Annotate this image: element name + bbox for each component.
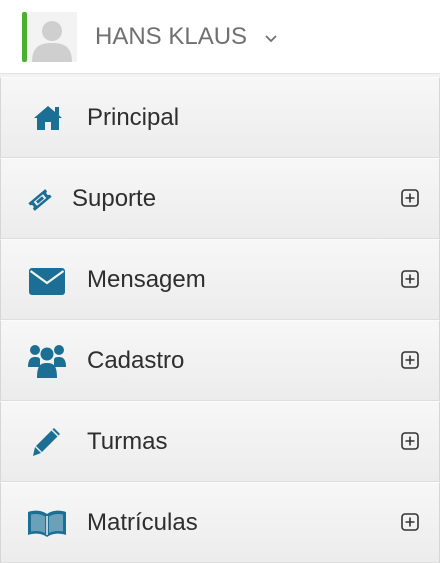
chevron-down-icon[interactable] (264, 31, 278, 49)
plus-square-icon[interactable] (401, 351, 419, 374)
menu-item-principal[interactable]: Principal (0, 77, 440, 158)
plus-square-icon[interactable] (401, 189, 419, 212)
user-panel: HANS KLAUS (0, 0, 440, 74)
users-icon (28, 343, 66, 384)
menu-item-suporte[interactable]: Suporte (0, 158, 440, 239)
home-icon (32, 103, 64, 136)
avatar[interactable] (27, 12, 77, 62)
plus-square-icon[interactable] (401, 432, 419, 455)
menu-item-matriculas[interactable]: Matrículas (0, 482, 440, 563)
menu-item-mensagem[interactable]: Mensagem (0, 239, 440, 320)
menu-item-label: Matrículas (87, 509, 198, 536)
plus-square-icon[interactable] (401, 270, 419, 293)
sidebar-menu: HANS KLAUS Principal Suporte Mensagem Ca… (0, 0, 440, 563)
menu-item-label: Mensagem (87, 266, 206, 293)
book-icon (26, 509, 68, 544)
envelope-icon (29, 268, 65, 300)
menu-item-label: Suporte (72, 185, 157, 212)
user-name[interactable]: HANS KLAUS (95, 22, 247, 52)
pencil-icon (32, 426, 62, 463)
menu-item-turmas[interactable]: Turmas (0, 401, 440, 482)
menu-item-label: Principal (87, 104, 180, 131)
menu-item-label: Turmas (87, 428, 168, 455)
user-placeholder-icon (27, 12, 77, 62)
ticket-icon (27, 188, 53, 217)
menu-item-label: Cadastro (87, 347, 185, 374)
menu-item-cadastro[interactable]: Cadastro (0, 320, 440, 401)
plus-square-icon[interactable] (401, 513, 419, 536)
